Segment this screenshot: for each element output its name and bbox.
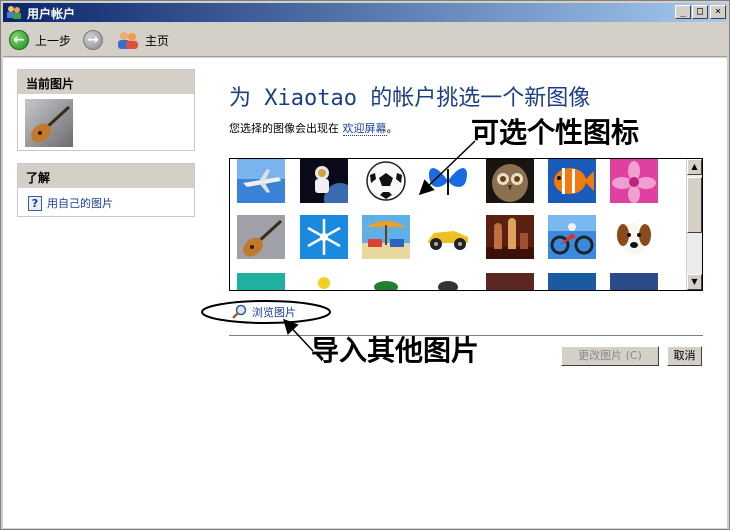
dog-picture[interactable] [610, 215, 658, 259]
owl-picture[interactable] [486, 159, 534, 203]
back-label: 上一步 [35, 33, 72, 48]
frog-picture-partial[interactable] [362, 273, 410, 291]
cancel-button[interactable]: 取消 [667, 346, 702, 366]
duck-picture-partial[interactable] [300, 273, 348, 291]
ocean-picture-partial[interactable] [548, 273, 596, 291]
horse-picture-partial[interactable] [424, 273, 472, 291]
flower-picture[interactable] [610, 159, 658, 203]
teal-picture-partial[interactable] [237, 273, 285, 291]
learn-heading: 了解 [18, 164, 194, 188]
butterfly-picture[interactable] [424, 159, 472, 203]
use-own-picture-link[interactable]: ? 用自己的图片 [28, 195, 113, 211]
airplane-picture[interactable] [237, 159, 285, 203]
close-button[interactable]: × [710, 5, 726, 19]
forward-arrow-icon: → [83, 30, 103, 50]
change-picture-button[interactable]: 更改图片 (C) [561, 346, 659, 366]
picture-list[interactable]: ▲ ▼ [229, 158, 703, 291]
browse-pictures-link[interactable]: 浏览图片 [231, 304, 296, 320]
window-title: 用户帐户 [27, 7, 76, 21]
astronaut-picture[interactable] [300, 159, 348, 203]
welcome-screen-link[interactable]: 欢迎屏幕 [342, 122, 387, 136]
guitar-picture[interactable] [237, 215, 285, 259]
learn-panel: 了解 ? 用自己的图片 [17, 163, 195, 217]
back-arrow-icon: ← [9, 30, 29, 50]
back-button[interactable]: ← 上一步 [9, 27, 71, 53]
browse-pictures-label: 浏览图片 [252, 306, 296, 319]
subtitle: 您选择的图像会出现在 欢迎屏幕。 [229, 120, 398, 136]
use-own-picture-label: 用自己的图片 [47, 197, 113, 210]
dirt-bike-picture[interactable] [548, 215, 596, 259]
boat-picture-partial[interactable] [610, 273, 658, 291]
home-label: 主页 [145, 33, 170, 48]
scroll-down-arrow-icon[interactable]: ▼ [687, 274, 702, 290]
home-button[interactable]: 主页 [117, 27, 169, 53]
scroll-thumb[interactable] [687, 177, 702, 233]
subtitle-prefix: 您选择的图像会出现在 [229, 122, 339, 135]
page-title: 为 Xiaotao 的帐户挑选一个新图像 [229, 86, 591, 111]
chess-picture[interactable] [486, 215, 534, 259]
current-picture-panel: 当前图片 [17, 69, 195, 151]
toolbar: ← 上一步 → 主页 [3, 23, 727, 57]
ballet-picture-partial[interactable] [486, 273, 534, 291]
scroll-up-arrow-icon[interactable]: ▲ [687, 159, 702, 175]
magnifier-icon [232, 304, 247, 319]
fish-picture[interactable] [548, 159, 596, 203]
race-car-picture[interactable] [424, 215, 472, 259]
users-icon [118, 32, 138, 49]
beach-chairs-picture[interactable] [362, 215, 410, 259]
soccer-ball-picture[interactable] [362, 159, 410, 203]
subtitle-suffix: 。 [386, 122, 398, 135]
picture-list-scrollbar[interactable]: ▲ ▼ [686, 159, 702, 290]
forward-button[interactable]: → [83, 27, 103, 53]
user-accounts-icon [7, 6, 21, 19]
user-accounts-window: 用户帐户 _ □ × ← 上一步 → 主页 当前图片 了解 ? 用自己的图片 为… [0, 0, 730, 530]
snowflake-picture[interactable] [300, 215, 348, 259]
annotation-import-other: 导入其他图片 [311, 334, 480, 367]
current-picture-heading: 当前图片 [18, 70, 194, 94]
annotation-choose-icon: 可选个性图标 [471, 116, 640, 149]
current-picture-guitar [25, 99, 73, 147]
minimize-button[interactable]: _ [675, 5, 691, 19]
title-bar[interactable]: 用户帐户 _ □ × [3, 3, 727, 22]
maximize-button[interactable]: □ [692, 5, 708, 19]
help-icon: ? [28, 195, 42, 211]
